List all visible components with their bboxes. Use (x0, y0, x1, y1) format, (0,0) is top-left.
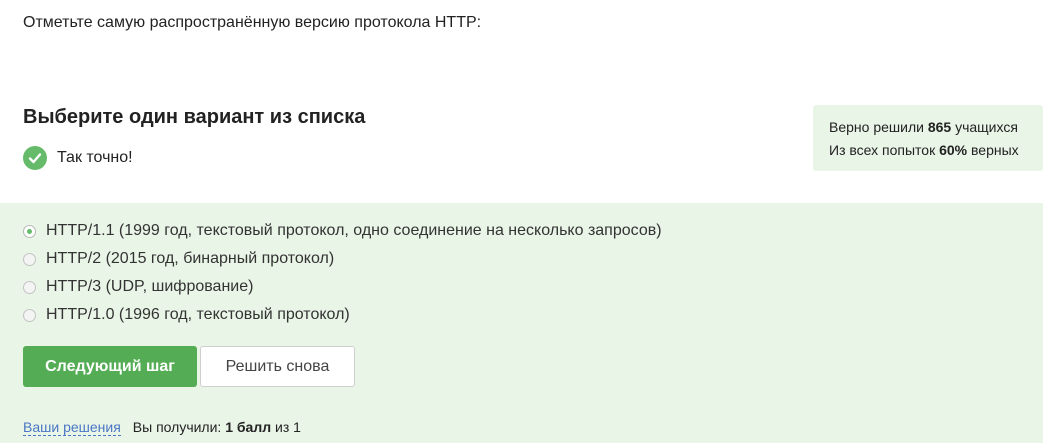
stats-solved-count: 865 (927, 119, 952, 135)
option-label: HTTP/3 (UDP, шифрование) (46, 278, 254, 295)
retry-button[interactable]: Решить снова (200, 346, 355, 387)
radio-icon[interactable] (23, 280, 36, 294)
score-value: 1 балл (225, 419, 272, 435)
score-suffix: из 1 (271, 419, 301, 435)
options-list: HTTP/1.1 (1999 год, текстовый протокол, … (23, 217, 662, 329)
stats-solved-prefix: Верно решили (829, 119, 928, 135)
stats-box: Верно решили 865 учащихся Из всех попыто… (813, 105, 1043, 171)
stats-attempts-suffix: верных (967, 142, 1019, 158)
stats-attempts-percent: 60% (939, 142, 968, 158)
stats-attempts-prefix: Из всех попыток (829, 142, 940, 158)
option-label: HTTP/1.0 (1996 год, текстовый протокол) (46, 306, 350, 323)
stats-solved-suffix: учащихся (951, 119, 1018, 135)
stats-attempts: Из всех попыток 60% верных (829, 139, 1043, 162)
solutions-link[interactable]: Ваши решения (23, 419, 121, 436)
option-http3[interactable]: HTTP/3 (UDP, шифрование) (23, 273, 662, 301)
check-circle-icon (23, 146, 47, 170)
option-label: HTTP/2 (2015 год, бинарный протокол) (46, 250, 335, 267)
radio-icon[interactable] (23, 252, 36, 266)
option-http10[interactable]: HTTP/1.0 (1996 год, текстовый протокол) (23, 301, 662, 329)
option-http11[interactable]: HTTP/1.1 (1999 год, текстовый протокол, … (23, 217, 662, 245)
score-footer: Ваши решения Вы получили: 1 балл из 1 (23, 419, 301, 436)
correct-feedback: Так точно! (23, 146, 133, 170)
score-prefix: Вы получили: (132, 419, 226, 435)
quiz-heading: Выберите один вариант из списка (23, 106, 366, 128)
next-step-button[interactable]: Следующий шаг (23, 346, 197, 387)
stats-solved: Верно решили 865 учащихся (829, 116, 1043, 139)
option-label: HTTP/1.1 (1999 год, текстовый протокол, … (46, 222, 662, 239)
radio-icon[interactable] (23, 224, 36, 238)
option-http2[interactable]: HTTP/2 (2015 год, бинарный протокол) (23, 245, 662, 273)
radio-icon[interactable] (23, 308, 36, 322)
question-text: Отметьте самую распространённую версию п… (23, 14, 482, 31)
answer-panel: HTTP/1.1 (1999 год, текстовый протокол, … (0, 203, 1043, 443)
feedback-text: Так точно! (57, 149, 133, 166)
